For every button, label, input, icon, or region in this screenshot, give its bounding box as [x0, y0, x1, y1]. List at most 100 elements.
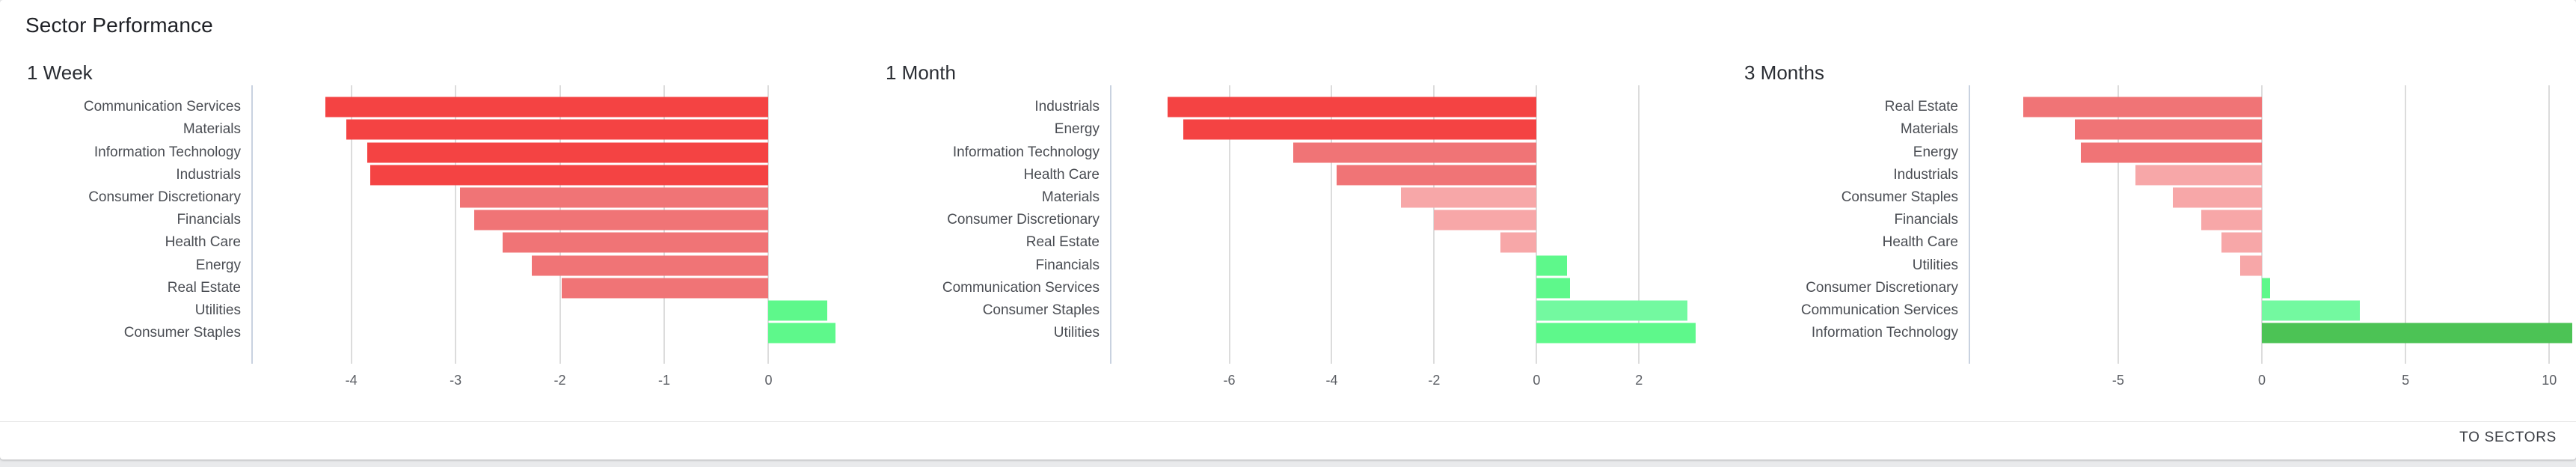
x-tick-label: 5 [2402, 373, 2410, 388]
bar[interactable] [1536, 278, 1570, 299]
category-label: Energy [195, 257, 241, 273]
category-label: Communication Services [83, 99, 241, 115]
chart-panel-3-months: 3 Months Real Estate Materials Energy Indus… [1717, 46, 2576, 413]
gridline [2405, 85, 2407, 364]
category-label: Financials [1894, 212, 1958, 228]
category-label: Energy [1054, 121, 1100, 138]
bar[interactable] [1536, 255, 1568, 275]
x-tick-label: -6 [1223, 373, 1236, 388]
category-label: Real Estate [1025, 234, 1100, 251]
x-tick-label: 0 [2257, 373, 2266, 388]
bar[interactable] [2172, 187, 2262, 208]
x-tick-label: 0 [1533, 373, 1541, 388]
bar[interactable] [1434, 210, 1537, 231]
bar[interactable] [768, 300, 827, 321]
category-label: Industrials [176, 166, 241, 183]
axis-separator [1110, 85, 1111, 364]
category-label: Communication Services [942, 279, 1100, 296]
category-label: Consumer Discretionary [947, 212, 1100, 228]
x-tick-label: -2 [553, 373, 566, 388]
bar[interactable] [531, 255, 769, 275]
category-labels: Communication Services Materials Informati… [27, 85, 251, 359]
category-label: Real Estate [167, 279, 241, 296]
x-tick-label: -2 [1428, 373, 1441, 388]
bar[interactable] [1536, 300, 1688, 321]
chart-title: 1 Month [886, 61, 956, 84]
x-tick-label: -1 [658, 373, 671, 388]
bar[interactable] [2221, 232, 2262, 253]
bar[interactable] [1293, 142, 1537, 162]
category-label: Information Technology [952, 144, 1100, 160]
bar[interactable] [459, 187, 769, 208]
x-tick-label: 0 [764, 373, 773, 388]
bar[interactable] [768, 323, 835, 344]
x-axis-ticks: -4 -3 -2 -1 0 [289, 373, 857, 395]
bar[interactable] [2201, 210, 2262, 231]
bar[interactable] [562, 278, 769, 299]
sector-performance-card: Sector Performance 1 Week Communication … [0, 0, 2576, 460]
category-label: Industrials [1034, 99, 1100, 115]
gridline [1638, 85, 1640, 364]
bar[interactable] [2261, 278, 2271, 299]
to-sectors-link[interactable]: TO SECTORS [2459, 430, 2557, 446]
category-label: Materials [1041, 189, 1100, 205]
axis-separator [251, 85, 253, 364]
category-label: Consumer Discretionary [88, 189, 241, 205]
bar[interactable] [2080, 142, 2262, 162]
bar[interactable] [474, 210, 769, 231]
category-label: Consumer Staples [982, 302, 1100, 318]
plot-area: Real Estate Materials Energy Industrials Con… [1744, 85, 2576, 400]
bar[interactable] [2261, 323, 2572, 344]
category-label: Consumer Staples [123, 325, 241, 341]
bar[interactable] [2075, 119, 2262, 140]
category-label: Industrials [1893, 166, 1958, 183]
bar[interactable] [1400, 187, 1537, 208]
bar[interactable] [1337, 165, 1537, 186]
bar-area [289, 85, 857, 364]
category-labels: Real Estate Materials Energy Industrials Con… [1744, 85, 1969, 359]
footer-divider [0, 421, 2576, 422]
category-label: Materials [1900, 121, 1958, 138]
x-tick-label: -4 [1325, 373, 1338, 388]
x-axis-ticks: -6 -4 -2 0 2 [1147, 373, 1716, 395]
category-label: Health Care [1882, 234, 1958, 251]
page-title: Sector Performance [25, 13, 213, 37]
x-tick-label: -3 [450, 373, 462, 388]
plot-area: Industrials Energy Information Technology H… [886, 85, 1716, 400]
chart-title: 3 Months [1744, 61, 1824, 84]
x-tick-label: 2 [1635, 373, 1643, 388]
bar[interactable] [2261, 300, 2360, 321]
category-label: Utilities [194, 302, 241, 318]
bar[interactable] [2023, 97, 2262, 117]
category-label: Consumer Discretionary [1806, 279, 1958, 296]
bar[interactable] [1500, 232, 1537, 253]
category-label: Financials [1035, 257, 1100, 273]
category-label: Health Care [165, 234, 241, 251]
chart-panel-1-week: 1 Week Communication Services Materials In… [0, 46, 859, 413]
bar[interactable] [502, 232, 769, 253]
category-label: Financials [177, 212, 241, 228]
x-tick-label: 10 [2542, 373, 2557, 388]
x-axis-ticks: -5 0 5 10 [2006, 373, 2576, 395]
bar[interactable] [1183, 119, 1537, 140]
category-label: Health Care [1023, 166, 1100, 183]
category-label: Information Technology [93, 144, 241, 160]
bar-area [2006, 85, 2576, 364]
bar[interactable] [346, 119, 769, 140]
bar-area [1147, 85, 1716, 364]
category-labels: Industrials Energy Information Technology H… [886, 85, 1110, 359]
bar[interactable] [1168, 97, 1537, 117]
category-label: Communication Services [1800, 302, 1958, 318]
category-label: Materials [183, 121, 241, 138]
category-label: Information Technology [1811, 325, 1958, 341]
bar[interactable] [369, 165, 769, 186]
bar[interactable] [325, 97, 769, 117]
category-label: Utilities [1053, 325, 1100, 341]
category-label: Consumer Staples [1841, 189, 1958, 205]
x-tick-label: -4 [345, 373, 358, 388]
bar[interactable] [2135, 165, 2262, 186]
category-label: Real Estate [1884, 99, 1958, 115]
bar[interactable] [2240, 255, 2262, 275]
bar[interactable] [367, 142, 769, 162]
bar[interactable] [1536, 323, 1696, 344]
